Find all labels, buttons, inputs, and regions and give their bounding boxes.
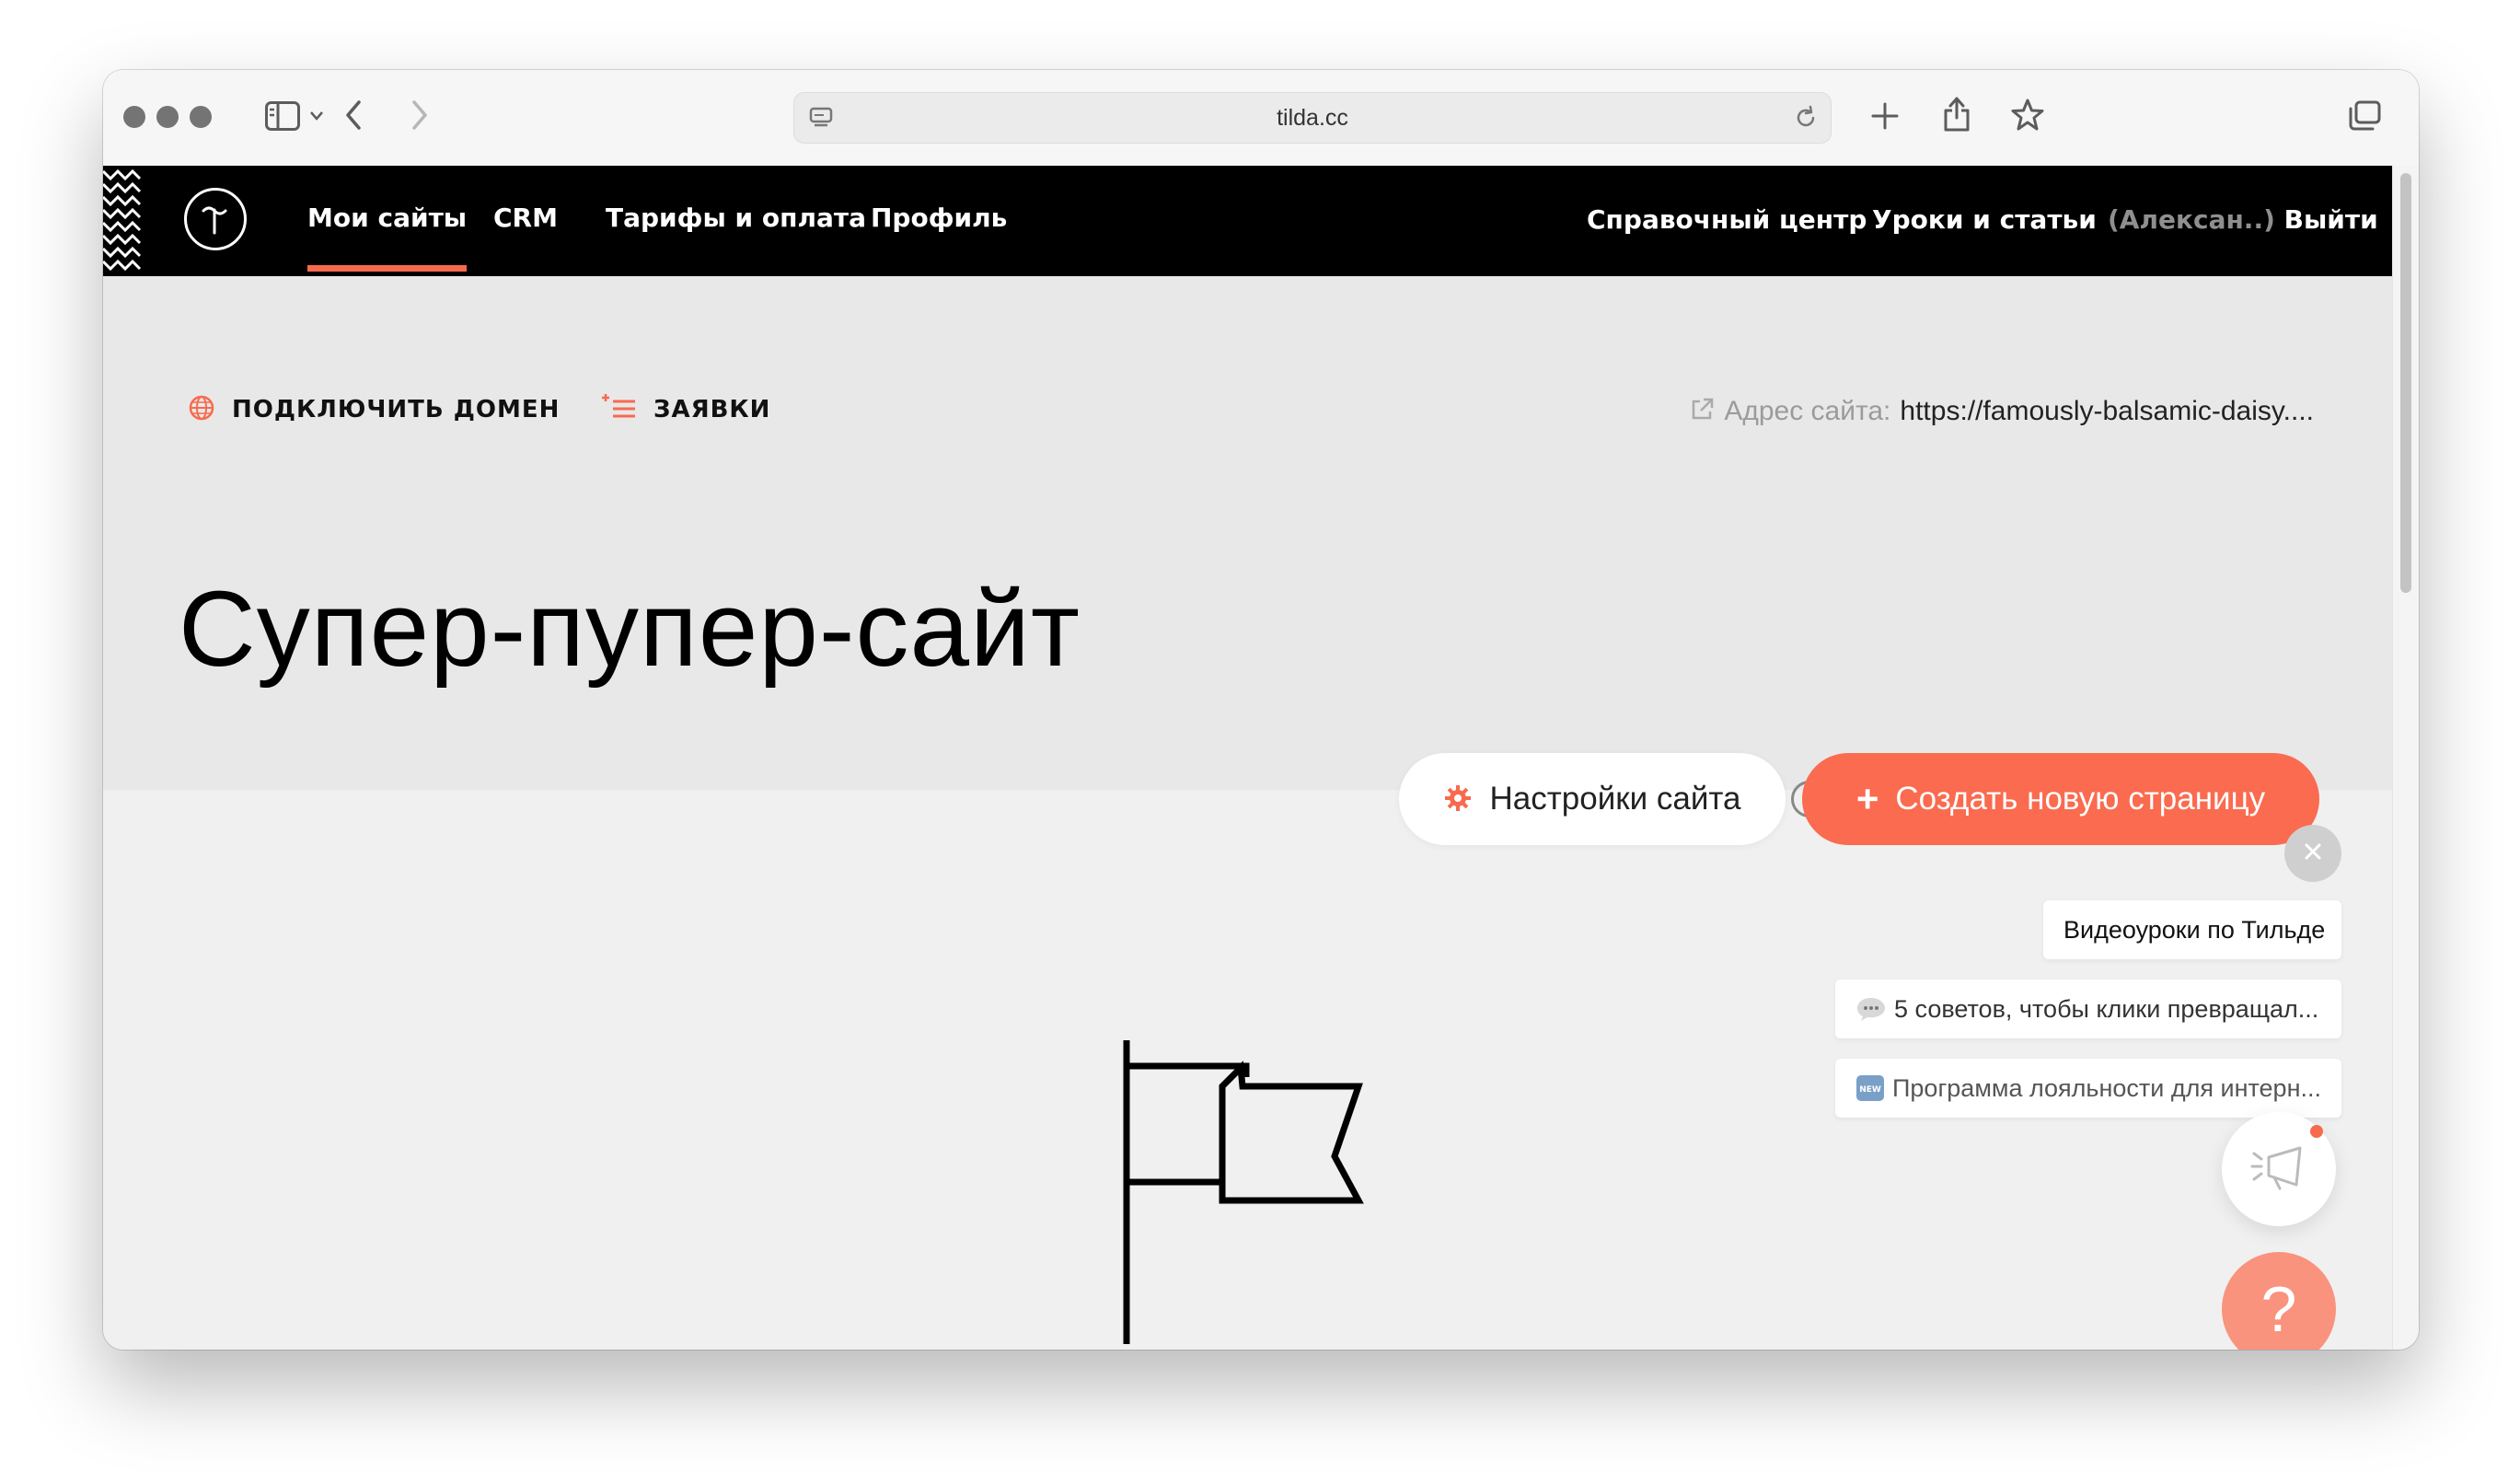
user-logout[interactable]: (Алексан..) Выйти [2108, 204, 2378, 235]
nav-item-profile[interactable]: Профиль [871, 203, 1007, 233]
bookmark-icon[interactable] [2010, 98, 2045, 133]
tip-1-label: 5 советов, чтобы клики превращал... [1894, 994, 2319, 1023]
globe-icon [188, 394, 215, 425]
site-settings-label: Настройки сайта [1489, 781, 1741, 817]
external-link-icon [1689, 397, 1715, 426]
video-lessons-label: Видеоуроки по Тильде [2063, 915, 2326, 944]
page-scrollbar[interactable] [2392, 166, 2419, 1350]
page-content: Мои сайты CRM Тарифы и оплата Профиль Сп… [103, 166, 2393, 1350]
create-page-button[interactable]: + Создать новую страницу [1802, 753, 2319, 845]
close-window-button[interactable] [123, 106, 145, 128]
site-settings-icon[interactable] [809, 106, 833, 133]
help-icon: ? [2260, 1273, 2297, 1345]
close-icon [2303, 841, 2323, 865]
scrollbar-thumb[interactable] [2400, 173, 2411, 593]
chevron-down-icon[interactable] [309, 110, 324, 122]
top-navigation: Мои сайты CRM Тарифы и оплата Профиль Сп… [103, 166, 2393, 276]
plus-icon: + [1855, 777, 1879, 820]
help-button[interactable]: ? [2222, 1252, 2336, 1350]
leads-label: ЗАЯВКИ [653, 396, 771, 423]
nav-item-my-sites[interactable]: Мои сайты [307, 203, 468, 272]
close-widgets-button[interactable] [2284, 825, 2341, 882]
nav-item-crm[interactable]: CRM [493, 203, 558, 233]
user-name: (Алексан..) [2108, 204, 2275, 235]
site-settings-button[interactable]: Настройки сайта [1399, 753, 1786, 845]
flag-icon [1123, 1040, 1364, 1344]
forward-icon[interactable] [410, 99, 429, 131]
back-icon[interactable] [344, 99, 363, 131]
connect-domain-label: ПОДКЛЮЧИТЬ ДОМЕН [232, 396, 561, 423]
gear-icon [1444, 784, 1472, 815]
svg-text:NEW: NEW [1859, 1085, 1881, 1095]
zigzag-decoration [103, 166, 144, 276]
tabs-icon[interactable] [2347, 99, 2382, 133]
leads-icon [598, 394, 637, 425]
lessons-link[interactable]: Уроки и статьи [1872, 204, 2097, 235]
tip-link-2[interactable]: NEW Программа лояльности для интерн... [1835, 1059, 2341, 1118]
address-label: Адрес сайта: [1724, 396, 1891, 426]
page-title: Супер-пупер-сайт [179, 569, 1081, 689]
zoom-window-button[interactable] [190, 106, 212, 128]
tip-2-label: Программа лояльности для интерн... [1892, 1073, 2321, 1102]
reload-icon[interactable] [1794, 105, 1818, 134]
browser-window: tilda.cc Мои сайты CRM Тарифы и оплата П… [103, 70, 2419, 1350]
announcements-button[interactable] [2222, 1112, 2336, 1226]
megaphone-icon [2247, 1142, 2311, 1196]
speech-bubble-icon [1855, 995, 1887, 1023]
minimize-window-button[interactable] [156, 106, 179, 128]
url-text: tilda.cc [1277, 104, 1348, 131]
tilda-logo[interactable] [184, 188, 247, 250]
logout-link[interactable]: Выйти [2284, 204, 2378, 235]
address-link[interactable]: https://famously-balsamic-daisy.... [1900, 396, 2314, 427]
tip-link-1[interactable]: 5 советов, чтобы клики превращал... [1835, 980, 2341, 1038]
new-badge-icon: NEW [1855, 1074, 1885, 1102]
address-bar[interactable]: tilda.cc [793, 92, 1832, 144]
leads-button[interactable]: ЗАЯВКИ [598, 394, 770, 425]
notification-dot [2310, 1125, 2323, 1138]
video-lessons-link[interactable]: Видеоуроки по Тильде [2043, 900, 2341, 959]
create-page-label: Создать новую страницу [1895, 781, 2266, 817]
nav-item-tariffs[interactable]: Тарифы и оплата [606, 203, 866, 233]
new-tab-icon[interactable] [1870, 101, 1900, 131]
browser-toolbar: tilda.cc [103, 70, 2419, 167]
share-icon[interactable] [1942, 96, 1971, 133]
sidebar-icon[interactable] [265, 101, 300, 131]
help-center-link[interactable]: Справочный центр [1587, 204, 1867, 235]
connect-domain-button[interactable]: ПОДКЛЮЧИТЬ ДОМЕН [188, 394, 560, 425]
site-header-panel: ПОДКЛЮЧИТЬ ДОМЕН ЗАЯВКИ Адрес сайта: htt… [103, 276, 2393, 790]
site-address: Адрес сайта: https://famously-balsamic-d… [1689, 396, 2314, 427]
